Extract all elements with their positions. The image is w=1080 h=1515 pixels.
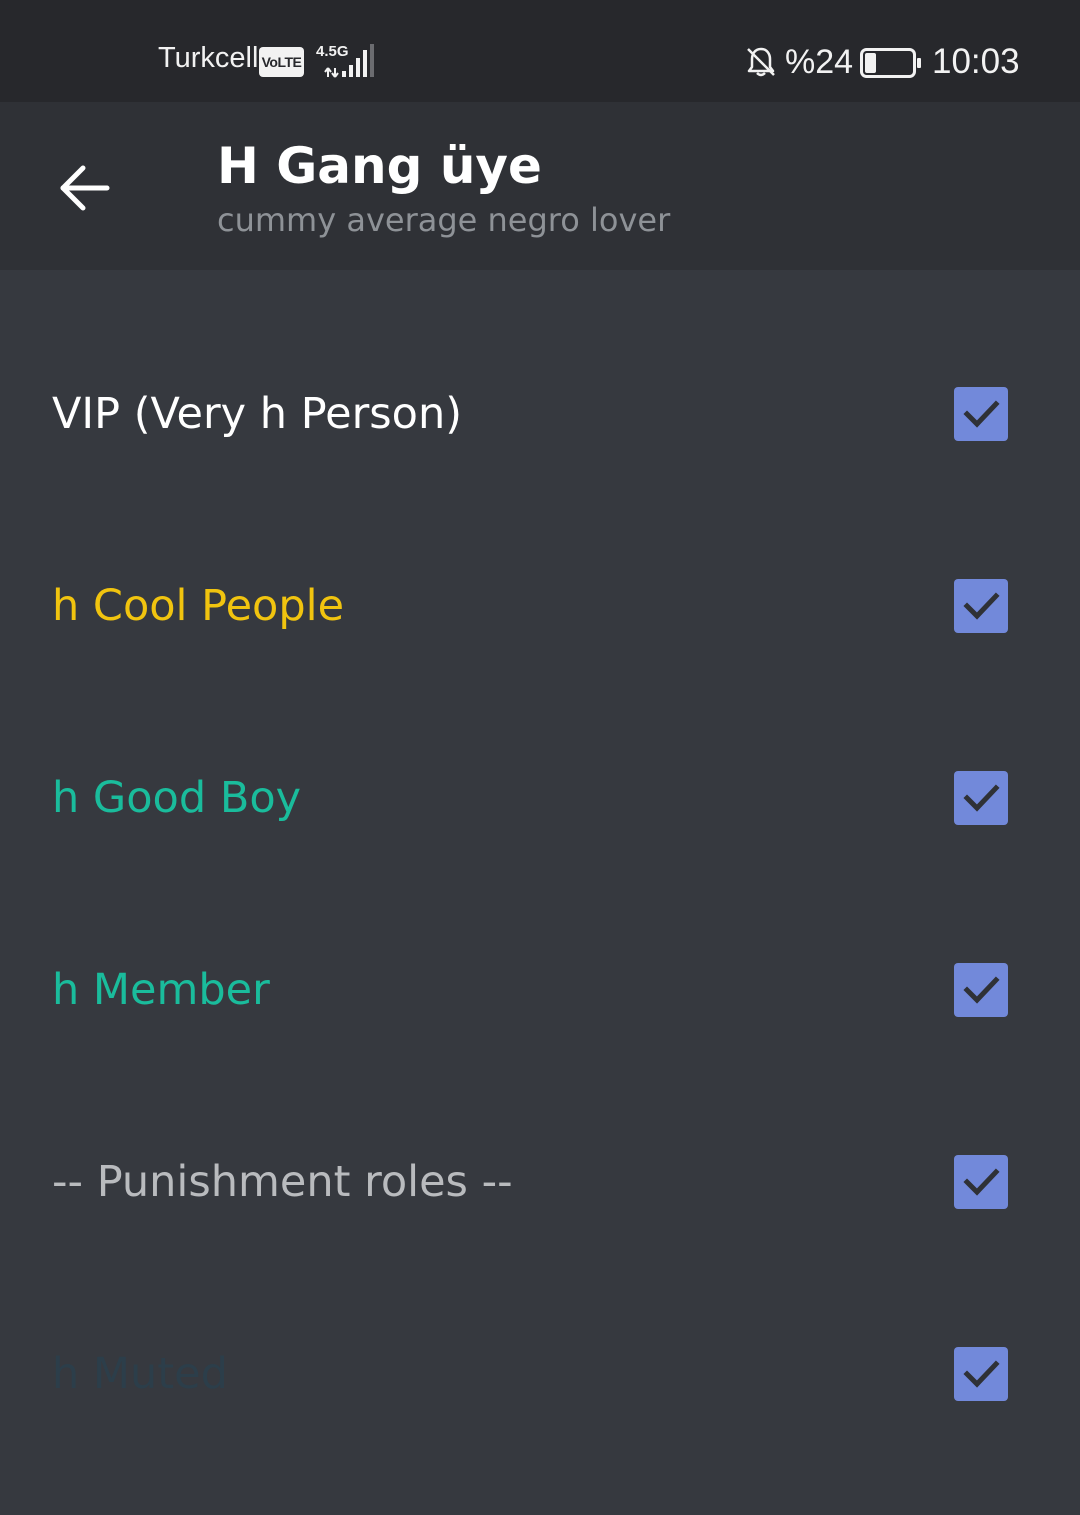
- role-name: VIP (Very h Person): [52, 389, 462, 439]
- page-title: H Gang üye: [217, 137, 542, 195]
- app-header: H Gang üye cummy average negro lover: [0, 102, 1080, 270]
- carrier-name: Turkcell: [158, 42, 259, 74]
- volte-icon: VoLTE: [259, 47, 304, 77]
- role-name: h Member: [52, 965, 270, 1015]
- battery-icon: [860, 48, 921, 78]
- role-row[interactable]: -- Punishment roles --: [0, 1086, 1080, 1278]
- role-row[interactable]: h Muted: [0, 1278, 1080, 1470]
- status-bar: Turkcell VoLTE 4.5G %24 10:03: [0, 0, 1080, 102]
- role-checkbox[interactable]: [954, 1347, 1008, 1401]
- role-name: -- Punishment roles --: [52, 1157, 513, 1207]
- role-row[interactable]: VIP (Very h Person): [0, 318, 1080, 510]
- back-button[interactable]: [48, 152, 120, 224]
- role-name: h Muted: [52, 1349, 228, 1399]
- role-name: h Good Boy: [52, 773, 302, 823]
- role-row[interactable]: h Good Boy: [0, 702, 1080, 894]
- signal-icon: [324, 44, 374, 78]
- checkmark-icon: [963, 592, 1000, 620]
- role-checkbox[interactable]: [954, 1155, 1008, 1209]
- role-editor-screen: Turkcell VoLTE 4.5G %24 10:03 H Gang üye…: [0, 0, 1080, 1515]
- role-checkbox[interactable]: [954, 579, 1008, 633]
- battery-percent: %24: [785, 43, 854, 81]
- checkmark-icon: [963, 400, 1000, 428]
- checkmark-icon: [963, 976, 1000, 1004]
- arrow-left-icon: [60, 165, 110, 211]
- bell-off-icon: [747, 47, 775, 77]
- checkmark-icon: [963, 784, 1000, 812]
- role-row[interactable]: h Member: [0, 894, 1080, 1086]
- role-checkbox[interactable]: [954, 771, 1008, 825]
- role-checkbox[interactable]: [954, 387, 1008, 441]
- clock: 10:03: [932, 42, 1020, 81]
- checkmark-icon: [963, 1360, 1000, 1388]
- checkmark-icon: [963, 1168, 1000, 1196]
- page-subtitle: cummy average negro lover: [217, 201, 671, 239]
- role-row[interactable]: h Cool People: [0, 510, 1080, 702]
- role-name: h Cool People: [52, 581, 345, 631]
- role-checkbox[interactable]: [954, 963, 1008, 1017]
